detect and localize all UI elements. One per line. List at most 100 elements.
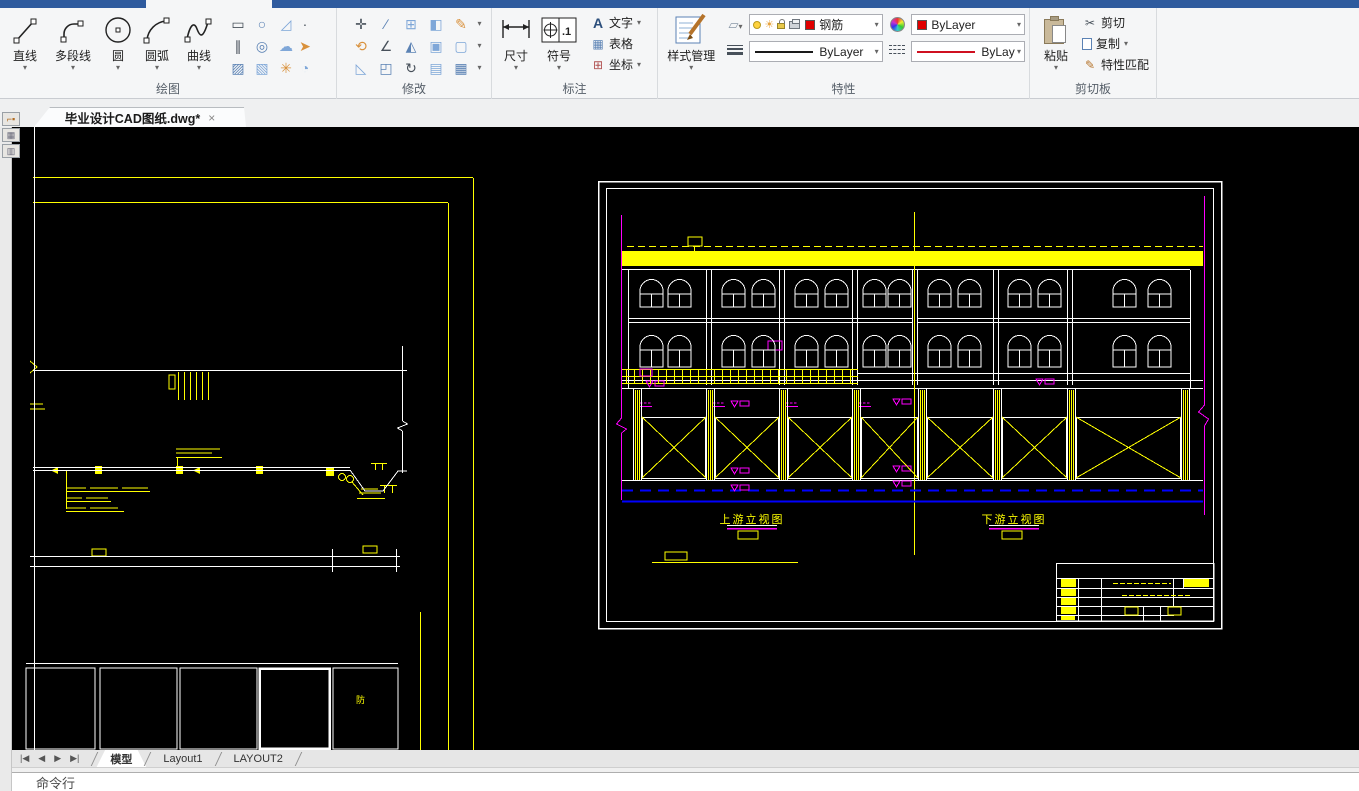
copy-button[interactable]: 复制 ▾ [1082,33,1149,54]
match-properties-button[interactable]: ✎ 特性匹配 [1082,54,1149,75]
break-icon[interactable]: ∠ [374,35,399,57]
prev-tab-arrow[interactable]: ◀ [38,753,45,764]
dimension-dropdown[interactable]: ▾ [514,63,518,72]
spline-icon [182,11,216,49]
pointer-icon[interactable]: ➤ [298,35,312,57]
parallel-lines-icon[interactable]: ∥ [226,35,250,57]
modify-row3-dropdown[interactable]: ▾ [474,57,486,79]
paste-label: 粘贴 [1044,49,1068,63]
next-tab-arrow[interactable]: ▶ [54,753,61,764]
tab-layout1[interactable]: Layout1 [149,752,216,766]
point-icon[interactable]: · [298,13,312,35]
layer-combo-dropdown[interactable]: ▾ [875,20,879,29]
move-icon[interactable]: ✛ [349,13,374,35]
command-line[interactable]: 命令行 [12,772,1359,791]
arc-dropdown[interactable]: ▾ [155,63,159,72]
coordinate-tool[interactable]: ⊞ 坐标 ▾ [590,54,641,75]
layer-thaw-icon[interactable]: ☀ [764,18,774,31]
trim-icon[interactable]: ∕ [374,13,399,35]
first-tab-arrow[interactable]: |◀ [20,753,29,764]
line-dropdown[interactable]: ▾ [23,63,27,72]
paste-button[interactable]: 粘贴 ▾ [1034,11,1078,72]
tab-layout2[interactable]: LAYOUT2 [220,752,297,766]
circle-dropdown[interactable]: ▾ [116,63,120,72]
array-icon[interactable]: ⊞ [399,13,424,35]
viewport-grid-icon[interactable]: ▦ [2,128,20,142]
copy-object-icon[interactable]: ▤ [424,57,449,79]
text-label: 文字 [609,14,633,31]
layer-on-icon[interactable] [753,21,761,29]
circle-icon [102,11,134,49]
named-views-icon[interactable]: ⌐▪ [2,112,20,126]
ellipse-icon[interactable]: ○ [250,13,274,35]
drawing-canvas[interactable]: 防 [12,127,1359,750]
layer-lock-icon[interactable] [777,23,785,29]
tab-model[interactable]: 模型 [96,750,146,768]
symbol-tool[interactable]: .1 符号 ▾ [536,11,582,72]
symbol-dropdown[interactable]: ▾ [557,63,561,72]
linetype-combo-dropdown[interactable]: ▾ [1017,47,1021,56]
layer-combo[interactable]: ☀ 钢筋 ▾ [749,14,882,35]
table-tool[interactable]: ▦ 表格 [590,33,641,54]
overlap-icon[interactable]: ▣ [424,35,449,57]
color-wheel-icon[interactable] [890,17,905,32]
dimension-label: 尺寸 [504,49,528,63]
hatch-icon[interactable]: ▨ [226,57,250,79]
symbol-label: 符号 [547,49,571,63]
polygon-icon[interactable]: ◿ [274,13,298,35]
linetype-combo[interactable]: ByLay ▾ [911,41,1025,62]
erase-icon[interactable]: ▢ [449,35,474,57]
lineweight-combo-dropdown[interactable]: ▾ [875,47,879,56]
linetype-list-icon[interactable] [889,42,905,57]
polyline-dropdown[interactable]: ▾ [71,63,75,72]
style-manager-button[interactable]: 样式管理 ▾ [662,11,721,72]
modify-group-label: 修改 [337,82,491,99]
modify-row1-dropdown[interactable]: ▾ [474,13,486,35]
rotate-icon[interactable]: ⟲ [349,35,374,57]
modify-row2-dropdown[interactable]: ▾ [474,35,486,57]
cut-button[interactable]: ✂ 剪切 [1082,12,1149,33]
polyline-tool[interactable]: 多段线 ▾ [46,11,100,72]
donut-icon[interactable]: ◎ [250,35,274,57]
lineweight-list-icon[interactable] [727,43,743,57]
arc-tool[interactable]: 圆弧 ▾ [136,11,178,72]
line-tool[interactable]: 直线 ▾ [4,11,46,72]
last-tab-arrow[interactable]: ▶| [70,753,79,764]
rectangle-icon[interactable]: ▭ [226,13,250,35]
paste-dropdown[interactable]: ▾ [1054,63,1058,72]
layout-tab-bar: |◀ ◀ ▶ ▶| 模型 Layout1 LAYOUT2 [12,750,1359,767]
document-title: 毕业设计CAD图纸.dwg* [65,108,200,127]
region-icon[interactable]: ▧ [250,57,274,79]
edit-pencil-icon[interactable]: ✎ [449,13,474,35]
text-dropdown[interactable]: ▾ [637,18,641,27]
dimension-tool[interactable]: 尺寸 ▾ [496,11,536,72]
mirror-icon[interactable]: ◭ [399,35,424,57]
wipeout-icon[interactable]: ◔ [298,57,312,79]
text-tool[interactable]: A 文字 ▾ [590,12,641,33]
block-icon[interactable]: ✳ [274,57,298,79]
active-ribbon-tab-notch [146,0,272,8]
document-tab[interactable]: 毕业设计CAD图纸.dwg* × [34,107,246,127]
clipboard-group-label: 剪切板 [1030,82,1156,99]
color-combo[interactable]: ByLayer ▾ [911,14,1025,35]
rotate-ccw-icon[interactable]: ↻ [399,57,424,79]
lineweight-combo[interactable]: ByLayer ▾ [749,41,882,62]
stretch-icon[interactable]: ◧ [424,13,449,35]
circle-tool[interactable]: 圆 ▾ [100,11,136,72]
ribbon-group-annotate: 尺寸 ▾ .1 符号 ▾ A 文字 ▾ [492,8,658,99]
revision-cloud-icon[interactable]: ☁ [274,35,298,57]
layer-states-icon[interactable]: ▱▾ [728,17,742,33]
hatch-edit-icon[interactable]: ▦ [449,57,474,79]
spline-dropdown[interactable]: ▾ [197,63,201,72]
sheet-set-icon[interactable]: ▥ [2,144,20,158]
layer-plot-icon[interactable] [789,21,800,29]
style-manager-dropdown[interactable]: ▾ [689,63,693,72]
coordinate-dropdown[interactable]: ▾ [637,60,641,69]
color-combo-dropdown[interactable]: ▾ [1017,20,1021,29]
current-color-swatch [917,20,927,30]
fillet-icon[interactable]: ◺ [349,57,374,79]
spline-tool[interactable]: 曲线 ▾ [178,11,220,72]
copy-dropdown[interactable]: ▾ [1124,39,1128,48]
close-icon[interactable]: × [208,111,215,125]
chamfer-icon[interactable]: ◰ [374,57,399,79]
